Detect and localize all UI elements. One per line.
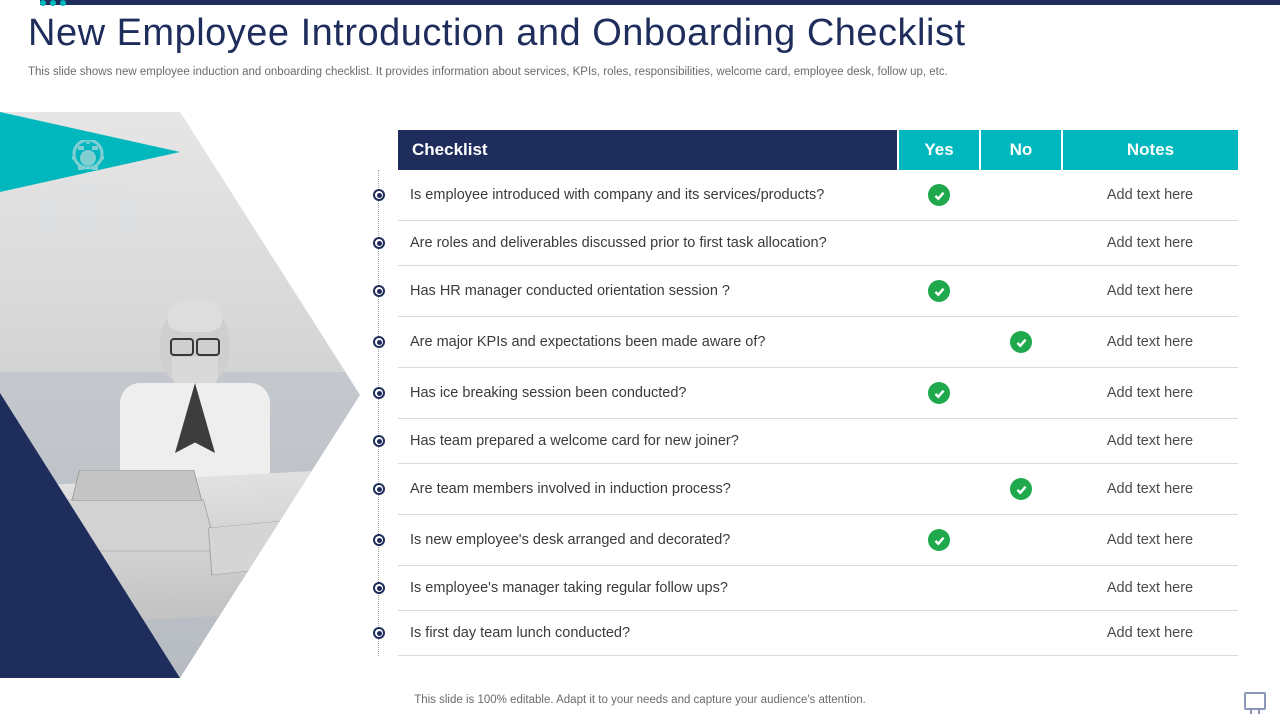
- question-cell: Are roles and deliverables discussed pri…: [398, 221, 898, 266]
- question-cell: Are major KPIs and expectations been mad…: [398, 317, 898, 368]
- notes-cell: Add text here: [1062, 170, 1238, 221]
- notes-cell: Add text here: [1062, 464, 1238, 515]
- yes-cell: [898, 368, 980, 419]
- table-row: Are roles and deliverables discussed pri…: [398, 221, 1238, 266]
- no-cell: [980, 368, 1062, 419]
- no-cell: [980, 221, 1062, 266]
- check-icon: [1010, 478, 1032, 500]
- bullet-icon: [373, 534, 385, 546]
- table-header-row: Checklist Yes No Notes: [398, 130, 1238, 170]
- question-cell: Has ice breaking session been conducted?: [398, 368, 898, 419]
- no-cell: [980, 419, 1062, 464]
- notes-cell: Add text here: [1062, 317, 1238, 368]
- header-notes: Notes: [1062, 130, 1238, 170]
- yes-cell: [898, 266, 980, 317]
- table-row: Has ice breaking session been conducted?…: [398, 368, 1238, 419]
- checklist-table: Checklist Yes No Notes Is employee intro…: [398, 130, 1238, 656]
- no-cell: [980, 566, 1062, 611]
- page-subtitle: This slide shows new employee induction …: [28, 66, 948, 78]
- notes-cell: Add text here: [1062, 566, 1238, 611]
- hero-image-block: [0, 112, 360, 678]
- bullet-icon: [373, 387, 385, 399]
- table-row: Has HR manager conducted orientation ses…: [398, 266, 1238, 317]
- yes-cell: [898, 464, 980, 515]
- no-cell: [980, 515, 1062, 566]
- bullet-icon: [373, 237, 385, 249]
- question-cell: Is employee's manager taking regular fol…: [398, 566, 898, 611]
- bullet-icon: [373, 582, 385, 594]
- no-cell: [980, 266, 1062, 317]
- no-cell: [980, 317, 1062, 368]
- notes-cell: Add text here: [1062, 368, 1238, 419]
- footer-note: This slide is 100% editable. Adapt it to…: [0, 694, 1280, 706]
- notes-cell: Add text here: [1062, 611, 1238, 656]
- bullet-icon: [373, 336, 385, 348]
- navy-triangle-accent: [0, 393, 180, 678]
- bullet-icon: [373, 435, 385, 447]
- check-icon: [928, 280, 950, 302]
- check-icon: [1010, 331, 1032, 353]
- notes-cell: Add text here: [1062, 419, 1238, 464]
- question-cell: Is employee introduced with company and …: [398, 170, 898, 221]
- table-row: Are team members involved in induction p…: [398, 464, 1238, 515]
- no-cell: [980, 464, 1062, 515]
- notes-cell: Add text here: [1062, 515, 1238, 566]
- table-row: Has team prepared a welcome card for new…: [398, 419, 1238, 464]
- table-row: Is employee introduced with company and …: [398, 170, 1238, 221]
- question-cell: Has team prepared a welcome card for new…: [398, 419, 898, 464]
- yes-cell: [898, 515, 980, 566]
- yes-cell: [898, 317, 980, 368]
- yes-cell: [898, 566, 980, 611]
- table-row: Are major KPIs and expectations been mad…: [398, 317, 1238, 368]
- accent-dots: [40, 0, 66, 6]
- check-icon: [928, 529, 950, 551]
- question-cell: Is new employee's desk arranged and deco…: [398, 515, 898, 566]
- bullet-icon: [373, 285, 385, 297]
- notes-cell: Add text here: [1062, 266, 1238, 317]
- org-chart-icon: [28, 140, 148, 235]
- header-yes: Yes: [898, 130, 980, 170]
- bullet-icon: [373, 483, 385, 495]
- question-cell: Is first day team lunch conducted?: [398, 611, 898, 656]
- presentation-icon: [1244, 692, 1266, 710]
- header-no: No: [980, 130, 1062, 170]
- table-row: Is first day team lunch conducted? Add te…: [398, 611, 1238, 656]
- no-cell: [980, 611, 1062, 656]
- page-title: New Employee Introduction and Onboarding…: [28, 12, 966, 55]
- question-cell: Are team members involved in induction p…: [398, 464, 898, 515]
- header-checklist: Checklist: [398, 130, 898, 170]
- no-cell: [980, 170, 1062, 221]
- check-icon: [928, 184, 950, 206]
- table-row: Is new employee's desk arranged and deco…: [398, 515, 1238, 566]
- yes-cell: [898, 611, 980, 656]
- check-icon: [928, 382, 950, 404]
- notes-cell: Add text here: [1062, 221, 1238, 266]
- table-row: Is employee's manager taking regular fol…: [398, 566, 1238, 611]
- top-accent-bar: [40, 0, 1280, 5]
- question-cell: Has HR manager conducted orientation ses…: [398, 266, 898, 317]
- bullet-icon: [373, 189, 385, 201]
- yes-cell: [898, 221, 980, 266]
- yes-cell: [898, 419, 980, 464]
- yes-cell: [898, 170, 980, 221]
- bullet-icon: [373, 627, 385, 639]
